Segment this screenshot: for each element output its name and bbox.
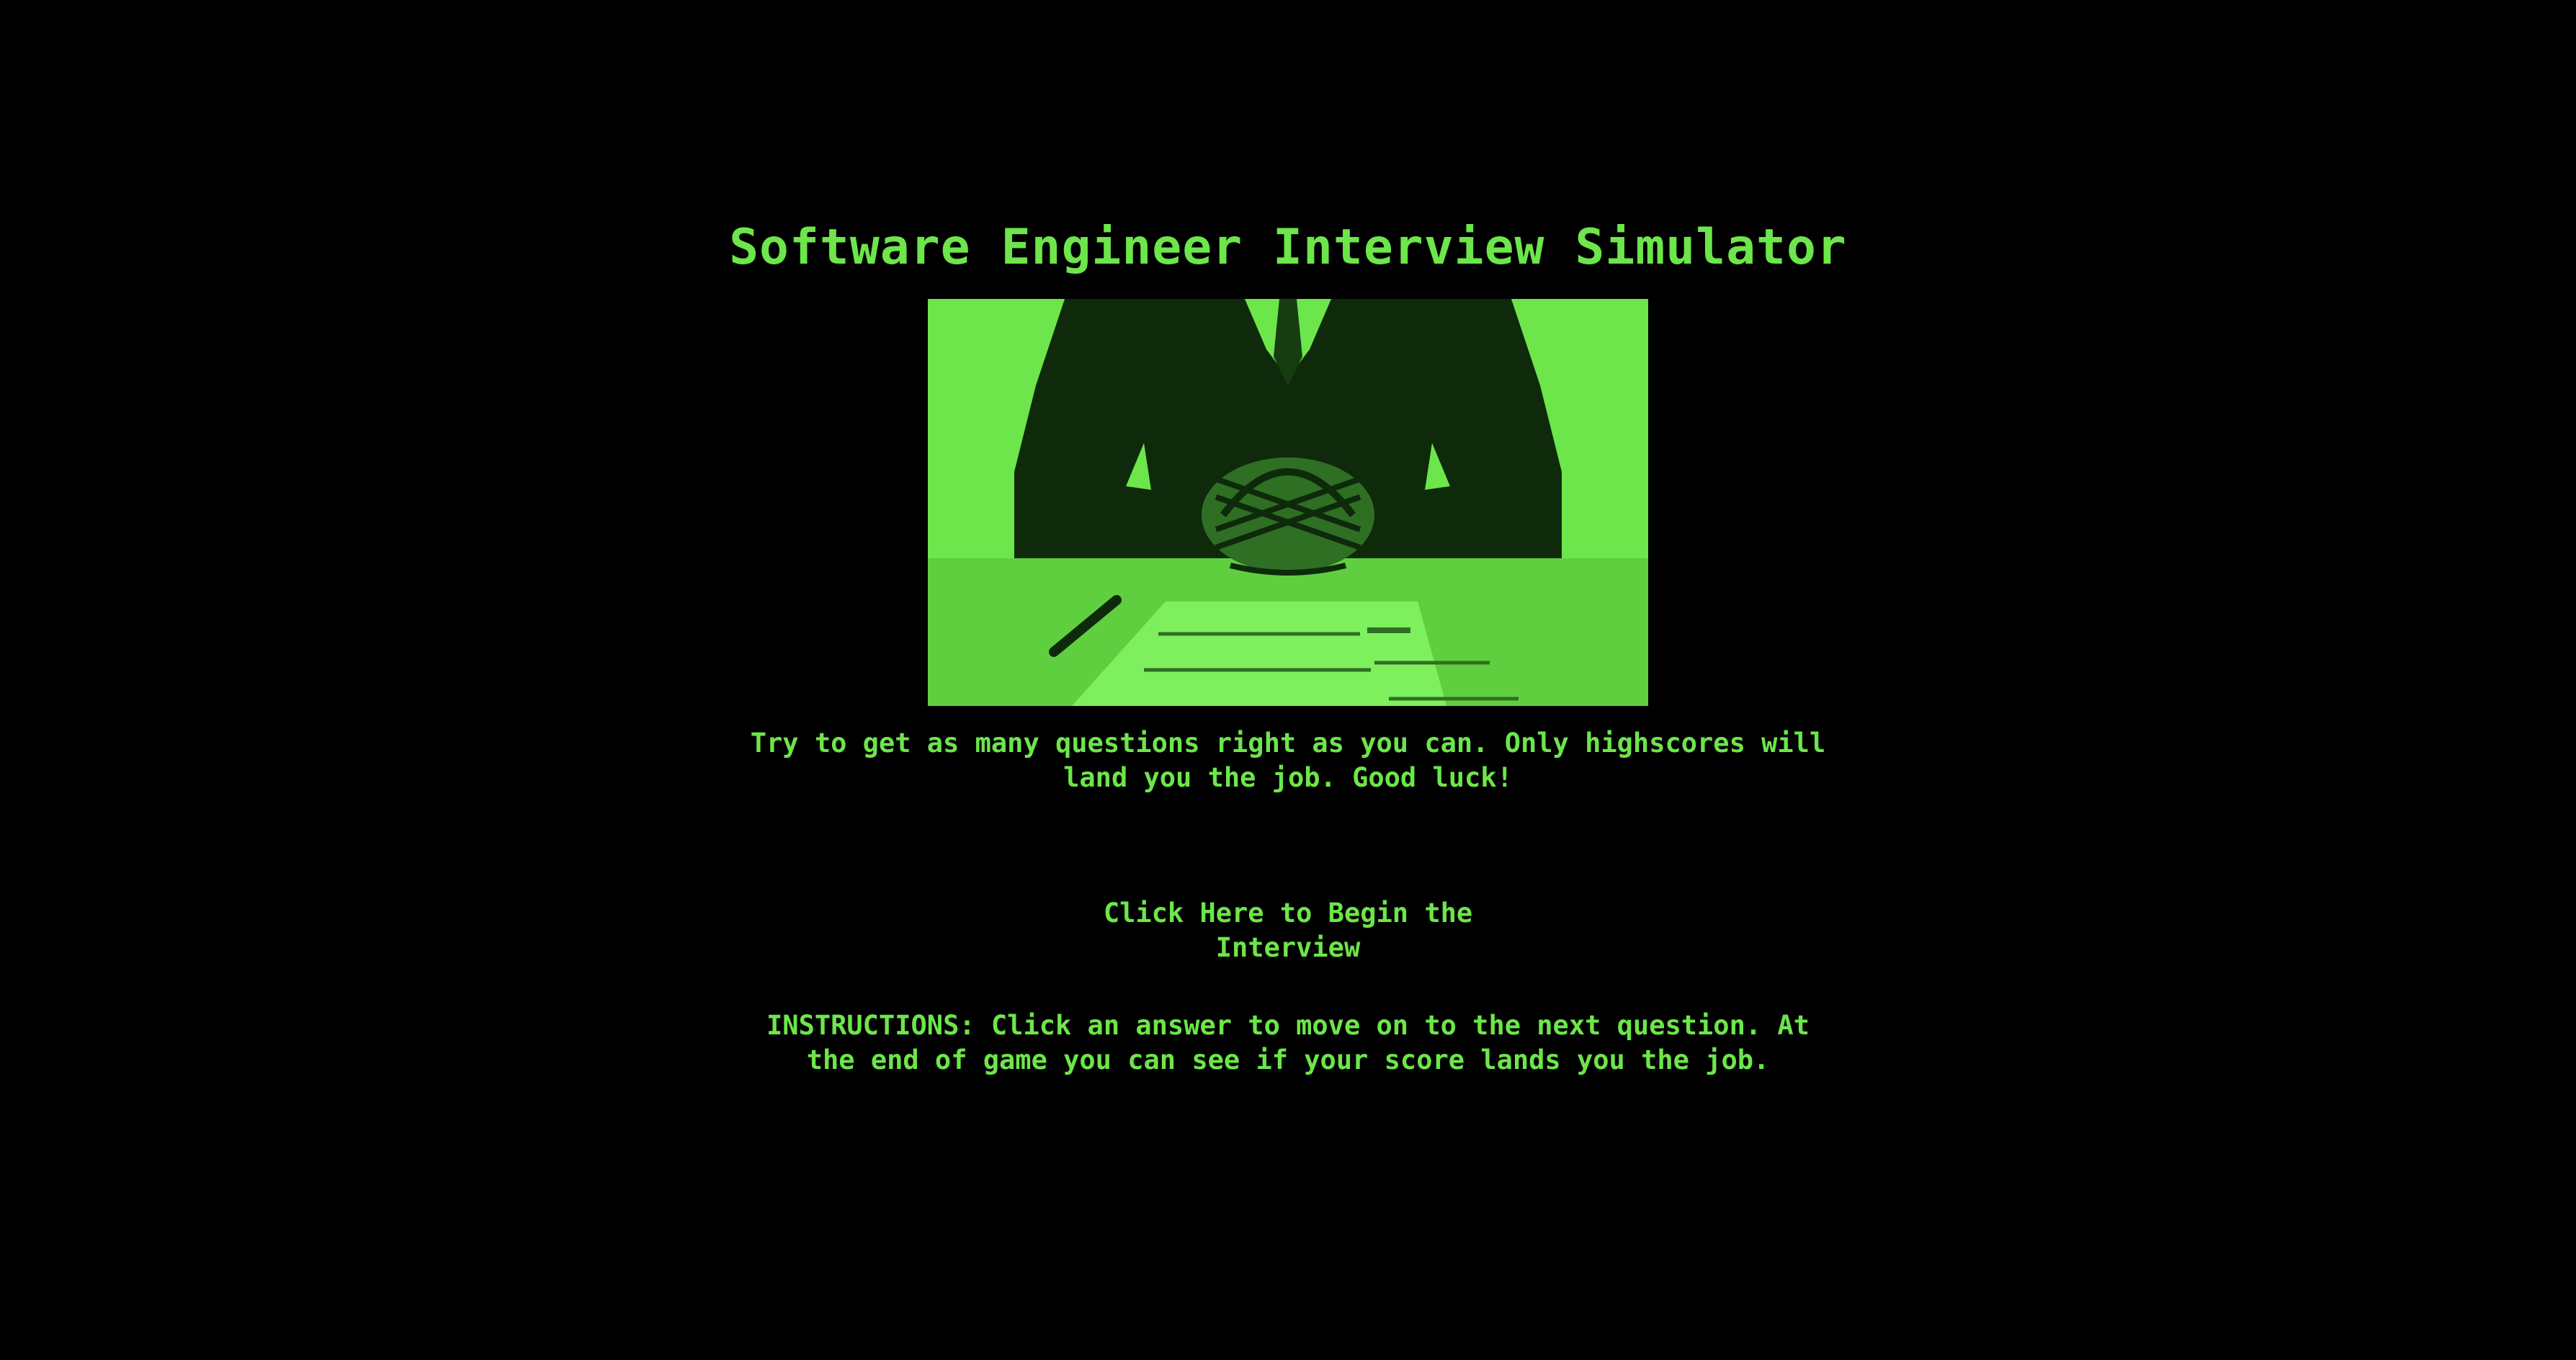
interviewer-image bbox=[928, 299, 1648, 706]
intro-text: Try to get as many questions right as yo… bbox=[750, 728, 1826, 793]
page-title: Software Engineer Interview Simulator bbox=[729, 219, 1847, 276]
interviewer-hands-clasped-icon bbox=[928, 299, 1648, 706]
begin-interview-button[interactable]: Click Here to Begin the Interview bbox=[1095, 896, 1481, 965]
instructions-text: INSTRUCTIONS: Click an answer to move on… bbox=[766, 1010, 1810, 1075]
start-screen: Software Engineer Interview Simulator Tr… bbox=[0, 0, 2576, 1360]
